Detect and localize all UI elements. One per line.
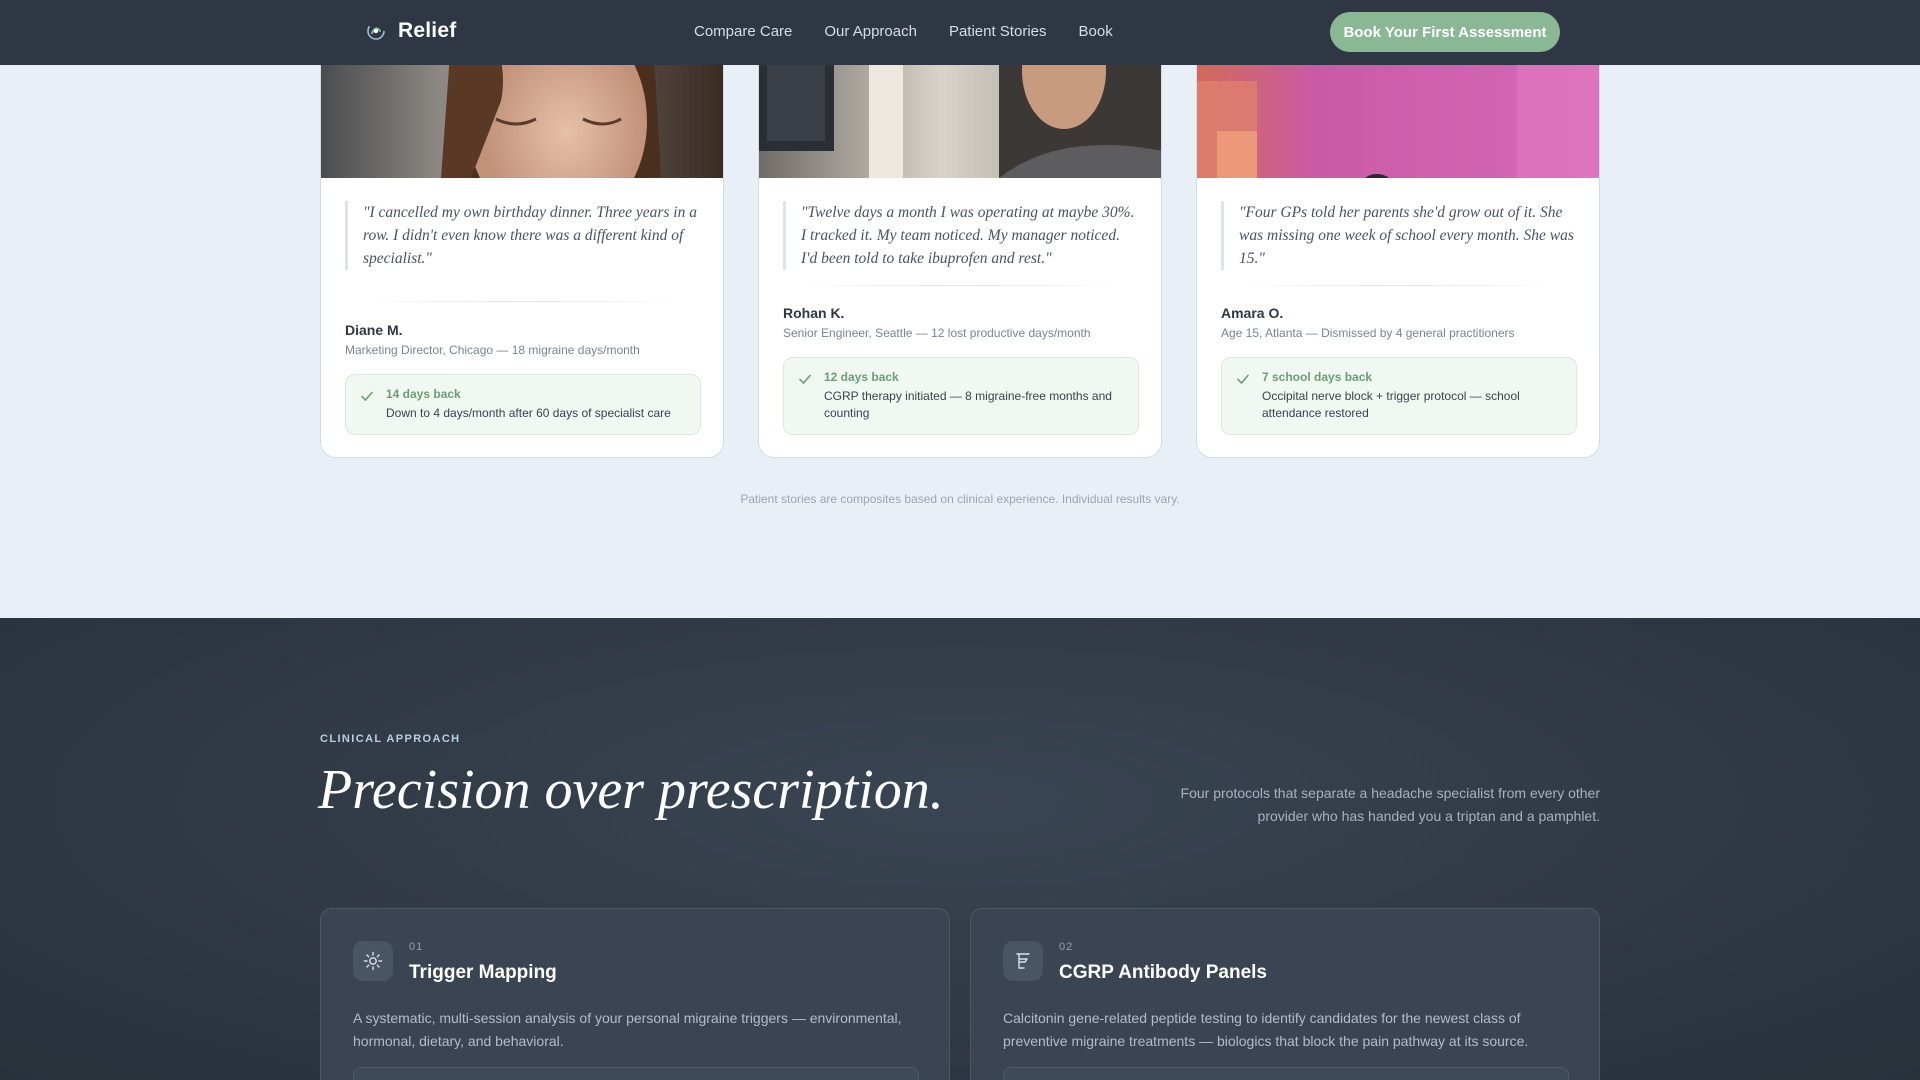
nav-links: Compare Care Our Approach Patient Storie… (694, 23, 1113, 40)
testimonial-quote: "I cancelled my own birthday dinner. Thr… (345, 201, 699, 270)
book-assessment-button[interactable]: Book Your First Assessment (1330, 12, 1560, 52)
protocol-detail-panel (1003, 1067, 1569, 1080)
section-headline: Precision over prescription. (318, 759, 944, 821)
protocol-detail-panel (353, 1067, 919, 1080)
testimonial-quote: "Twelve days a month I was operating at … (783, 201, 1137, 270)
check-icon (1237, 374, 1249, 384)
testimonial-card: "Twelve days a month I was operating at … (758, 0, 1162, 458)
protocol-card: 01 Trigger Mapping A systematic, multi-s… (320, 908, 950, 1080)
result-badge: 14 days back Down to 4 days/month after … (345, 374, 701, 435)
logo-icon (367, 22, 385, 40)
result-title: 12 days back (824, 370, 899, 384)
clinical-approach-section: CLINICAL APPROACH Precision over prescri… (0, 618, 1920, 1080)
testimonial-card: "Four GPs told her parents she'd grow ou… (1196, 0, 1600, 458)
person-role: Senior Engineer, Seattle — 12 lost produ… (783, 326, 1091, 340)
result-badge: 7 school days back Occipital nerve block… (1221, 357, 1577, 435)
result-title: 7 school days back (1262, 370, 1373, 384)
result-desc: CGRP therapy initiated — 8 migraine-free… (824, 389, 1112, 420)
person-role: Age 15, Atlanta — Dismissed by 4 general… (1221, 326, 1515, 340)
brand-logo[interactable]: Relief (366, 19, 456, 43)
nav-link-book[interactable]: Book (1079, 23, 1113, 40)
protocol-number: 01 (409, 941, 424, 953)
person-name: Diane M. (345, 322, 403, 338)
divider (799, 285, 1121, 286)
protocol-card: 02 CGRP Antibody Panels Calcitonin gene-… (970, 908, 1600, 1080)
divider (1237, 285, 1559, 286)
nav-link-compare-care[interactable]: Compare Care (694, 23, 792, 40)
nav-link-patient-stories[interactable]: Patient Stories (949, 23, 1047, 40)
testimonial-quote: "Four GPs told her parents she'd grow ou… (1221, 201, 1575, 270)
section-eyebrow: CLINICAL APPROACH (320, 733, 461, 745)
stories-disclaimer: Patient stories are composites based on … (740, 492, 1180, 506)
divider (361, 301, 683, 302)
brand-name: Relief (398, 19, 457, 42)
testimonial-card: "I cancelled my own birthday dinner. Thr… (320, 0, 724, 458)
testimonial-cards: "I cancelled my own birthday dinner. Thr… (320, 0, 1600, 458)
result-title: 14 days back (386, 387, 461, 401)
section-intro: Four protocols that separate a headache … (1180, 785, 1600, 824)
protocol-title: CGRP Antibody Panels (1059, 962, 1267, 983)
protocol-number: 02 (1059, 941, 1074, 953)
nav-link-our-approach[interactable]: Our Approach (824, 23, 917, 40)
check-icon (361, 391, 373, 401)
result-badge: 12 days back CGRP therapy initiated — 8 … (783, 357, 1139, 435)
result-desc: Down to 4 days/month after 60 days of sp… (386, 406, 671, 420)
protocol-title: Trigger Mapping (409, 962, 557, 983)
person-role: Marketing Director, Chicago — 18 migrain… (345, 343, 640, 357)
flask-icon (1003, 941, 1043, 981)
person-name: Rohan K. (783, 305, 845, 321)
person-name: Amara O. (1221, 305, 1284, 321)
sun-icon (353, 941, 393, 981)
top-nav: Relief Compare Care Our Approach Patient… (0, 0, 1920, 65)
result-desc: Occipital nerve block + trigger protocol… (1262, 389, 1520, 420)
check-icon (799, 374, 811, 384)
protocol-desc: Calcitonin gene-related peptide testing … (1003, 1010, 1529, 1049)
protocol-desc: A systematic, multi-session analysis of … (353, 1010, 902, 1049)
